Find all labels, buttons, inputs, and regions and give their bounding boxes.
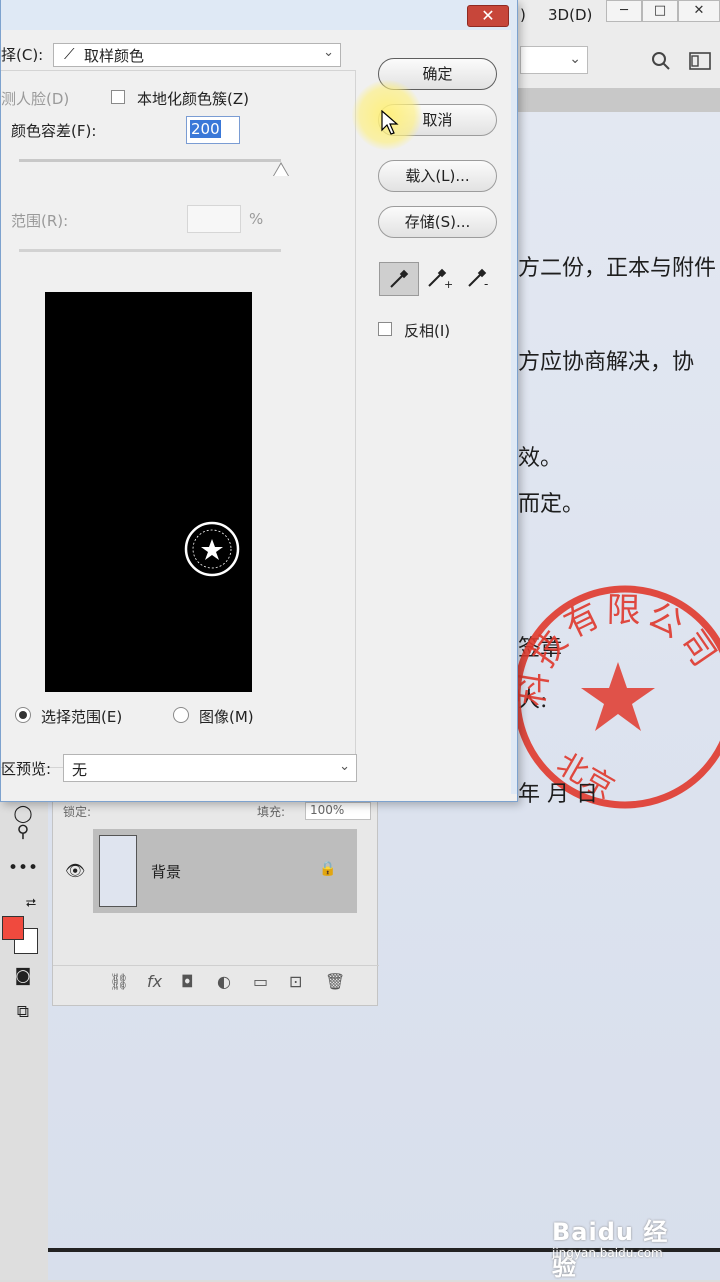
search-icon[interactable] bbox=[651, 51, 671, 71]
document-line: 方应协商解决，协 bbox=[518, 350, 695, 375]
invert-checkbox[interactable] bbox=[378, 322, 392, 336]
quick-mask-icon[interactable]: ◙ bbox=[8, 962, 38, 990]
link-layers-icon[interactable]: ⛓ bbox=[109, 972, 129, 991]
layer-row[interactable]: 背景 🔒 bbox=[93, 829, 357, 913]
adjustment-layer-icon[interactable]: ◐ bbox=[217, 972, 231, 991]
chevron-down-icon: ⌄ bbox=[339, 759, 350, 774]
fuzziness-slider-track bbox=[19, 159, 281, 162]
screen-mode-icon[interactable]: ⧉ bbox=[8, 998, 38, 1026]
fill-label: 填充: bbox=[257, 805, 286, 819]
mouse-pointer-icon bbox=[381, 110, 399, 135]
selection-preview[interactable] bbox=[45, 292, 252, 692]
select-dropdown[interactable]: ⟋ 取样颜色 ⌄ bbox=[53, 43, 341, 67]
range-label: 范围(R): bbox=[11, 212, 69, 230]
image-radio-label: 图像(M) bbox=[199, 708, 254, 726]
window-close-button[interactable]: ✕ bbox=[678, 0, 720, 22]
menu-bar: ) 3D(D) ─ □ ✕ bbox=[515, 0, 720, 30]
eyedropper-icon[interactable] bbox=[379, 262, 419, 296]
document-line: 而定。 bbox=[518, 492, 585, 517]
select-label: 择(C): bbox=[1, 46, 44, 64]
document-line: 方二份，正本与附件 bbox=[518, 256, 717, 281]
more-tools-icon[interactable]: ••• bbox=[8, 854, 38, 882]
selection-radio[interactable] bbox=[15, 707, 31, 723]
zoom-tool-icon[interactable]: ⚲ bbox=[8, 818, 38, 846]
trash-icon[interactable]: 🗑 bbox=[325, 972, 345, 991]
layer-mask-icon[interactable]: ◘ bbox=[181, 972, 194, 991]
options-bar: ⌄ bbox=[515, 30, 720, 89]
menu-item-partial[interactable]: ) bbox=[520, 6, 526, 24]
document-date-line: 年 月 日 bbox=[518, 782, 598, 807]
dialog-close-button[interactable]: ✕ bbox=[467, 5, 509, 27]
layer-name: 背景 bbox=[151, 863, 182, 881]
add-to-sample-eyedropper-icon[interactable]: + bbox=[419, 262, 459, 296]
localized-clusters-label: 本地化颜色簇(Z) bbox=[137, 90, 249, 108]
range-unit: % bbox=[249, 210, 264, 228]
selection-preview-label: 区预览: bbox=[1, 760, 52, 778]
foreground-color-swatch[interactable] bbox=[2, 916, 24, 940]
svg-text:+: + bbox=[444, 278, 452, 289]
localized-clusters-checkbox[interactable] bbox=[111, 90, 125, 104]
layer-thumbnail bbox=[99, 835, 137, 907]
layers-footer: ⛓ fx ◘ ◐ ▭ ⊡ 🗑 bbox=[53, 965, 379, 996]
fuzziness-label: 颜色容差(F): bbox=[11, 122, 97, 140]
new-group-icon[interactable]: ▭ bbox=[253, 972, 268, 991]
preview-seal-outline bbox=[184, 521, 240, 577]
document-line: 效。 bbox=[518, 446, 563, 471]
layers-lock-row: 锁定: 填充: 100% bbox=[53, 801, 379, 827]
swap-colors-icon[interactable]: ⮂ bbox=[16, 890, 46, 918]
document-tab-strip bbox=[515, 88, 720, 112]
fill-input[interactable]: 100% bbox=[305, 802, 371, 820]
visibility-eye-icon[interactable]: 👁 bbox=[65, 861, 85, 880]
chevron-down-icon: ⌄ bbox=[323, 45, 334, 60]
selection-radio-label: 选择范围(E) bbox=[41, 708, 123, 726]
range-slider bbox=[19, 249, 281, 252]
baidu-watermark: Baidu 经验 jingyan.baidu.com bbox=[552, 1212, 692, 1281]
workspace-icon[interactable] bbox=[689, 52, 711, 70]
fuzziness-slider[interactable] bbox=[19, 156, 289, 180]
fuzziness-value: 200 bbox=[190, 120, 221, 138]
fuzziness-input[interactable]: 200 bbox=[186, 116, 240, 144]
watermark-url: jingyan.baidu.com bbox=[552, 1246, 663, 1260]
save-settings-button[interactable]: 存储(S)... bbox=[378, 206, 497, 238]
chevron-down-icon: ⌄ bbox=[569, 51, 581, 67]
minimize-button[interactable]: ─ bbox=[606, 0, 642, 22]
options-select[interactable]: ⌄ bbox=[520, 46, 588, 74]
lock-icon: 🔒 bbox=[319, 861, 337, 877]
selection-preview-dropdown[interactable]: 无 ⌄ bbox=[63, 754, 357, 782]
dialog-titlebar[interactable]: ✕ bbox=[1, 0, 517, 30]
image-radio[interactable] bbox=[173, 707, 189, 723]
svg-text:-: - bbox=[484, 277, 488, 289]
subtract-from-sample-eyedropper-icon[interactable]: - bbox=[459, 262, 499, 296]
color-range-dialog: ✕ 择(C): ⟋ 取样颜色 ⌄ 测人脸(D) 本地化颜色簇(Z) 颜色容差(F… bbox=[0, 0, 518, 802]
invert-label: 反相(I) bbox=[404, 322, 451, 340]
range-input bbox=[187, 205, 241, 233]
dialog-body: 择(C): ⟋ 取样颜色 ⌄ 测人脸(D) 本地化颜色簇(Z) 颜色容差(F):… bbox=[1, 30, 511, 794]
load-button[interactable]: 载入(L)... bbox=[378, 160, 497, 192]
layers-panel: 锁定: 填充: 100% 👁 背景 🔒 ⛓ fx ◘ ◐ ▭ ⊡ 🗑 bbox=[52, 800, 379, 1006]
maximize-button[interactable]: □ bbox=[642, 0, 678, 22]
fx-icon[interactable]: fx bbox=[147, 972, 162, 991]
tools-panel: ◯ ⚲ ••• ⮂ ◙ ⧉ bbox=[0, 800, 48, 1280]
new-layer-icon[interactable]: ⊡ bbox=[289, 972, 302, 991]
dialog-frame-edge bbox=[511, 30, 517, 794]
detect-faces-label: 测人脸(D) bbox=[1, 90, 70, 108]
eyedropper-icon: ⟋ bbox=[64, 45, 75, 63]
fuzziness-slider-handle-fill bbox=[274, 164, 288, 176]
lock-label: 锁定: bbox=[63, 805, 92, 819]
select-value: 取样颜色 bbox=[84, 47, 145, 65]
selection-preview-value: 无 bbox=[72, 761, 88, 779]
menu-item-3d[interactable]: 3D(D) bbox=[548, 6, 592, 24]
